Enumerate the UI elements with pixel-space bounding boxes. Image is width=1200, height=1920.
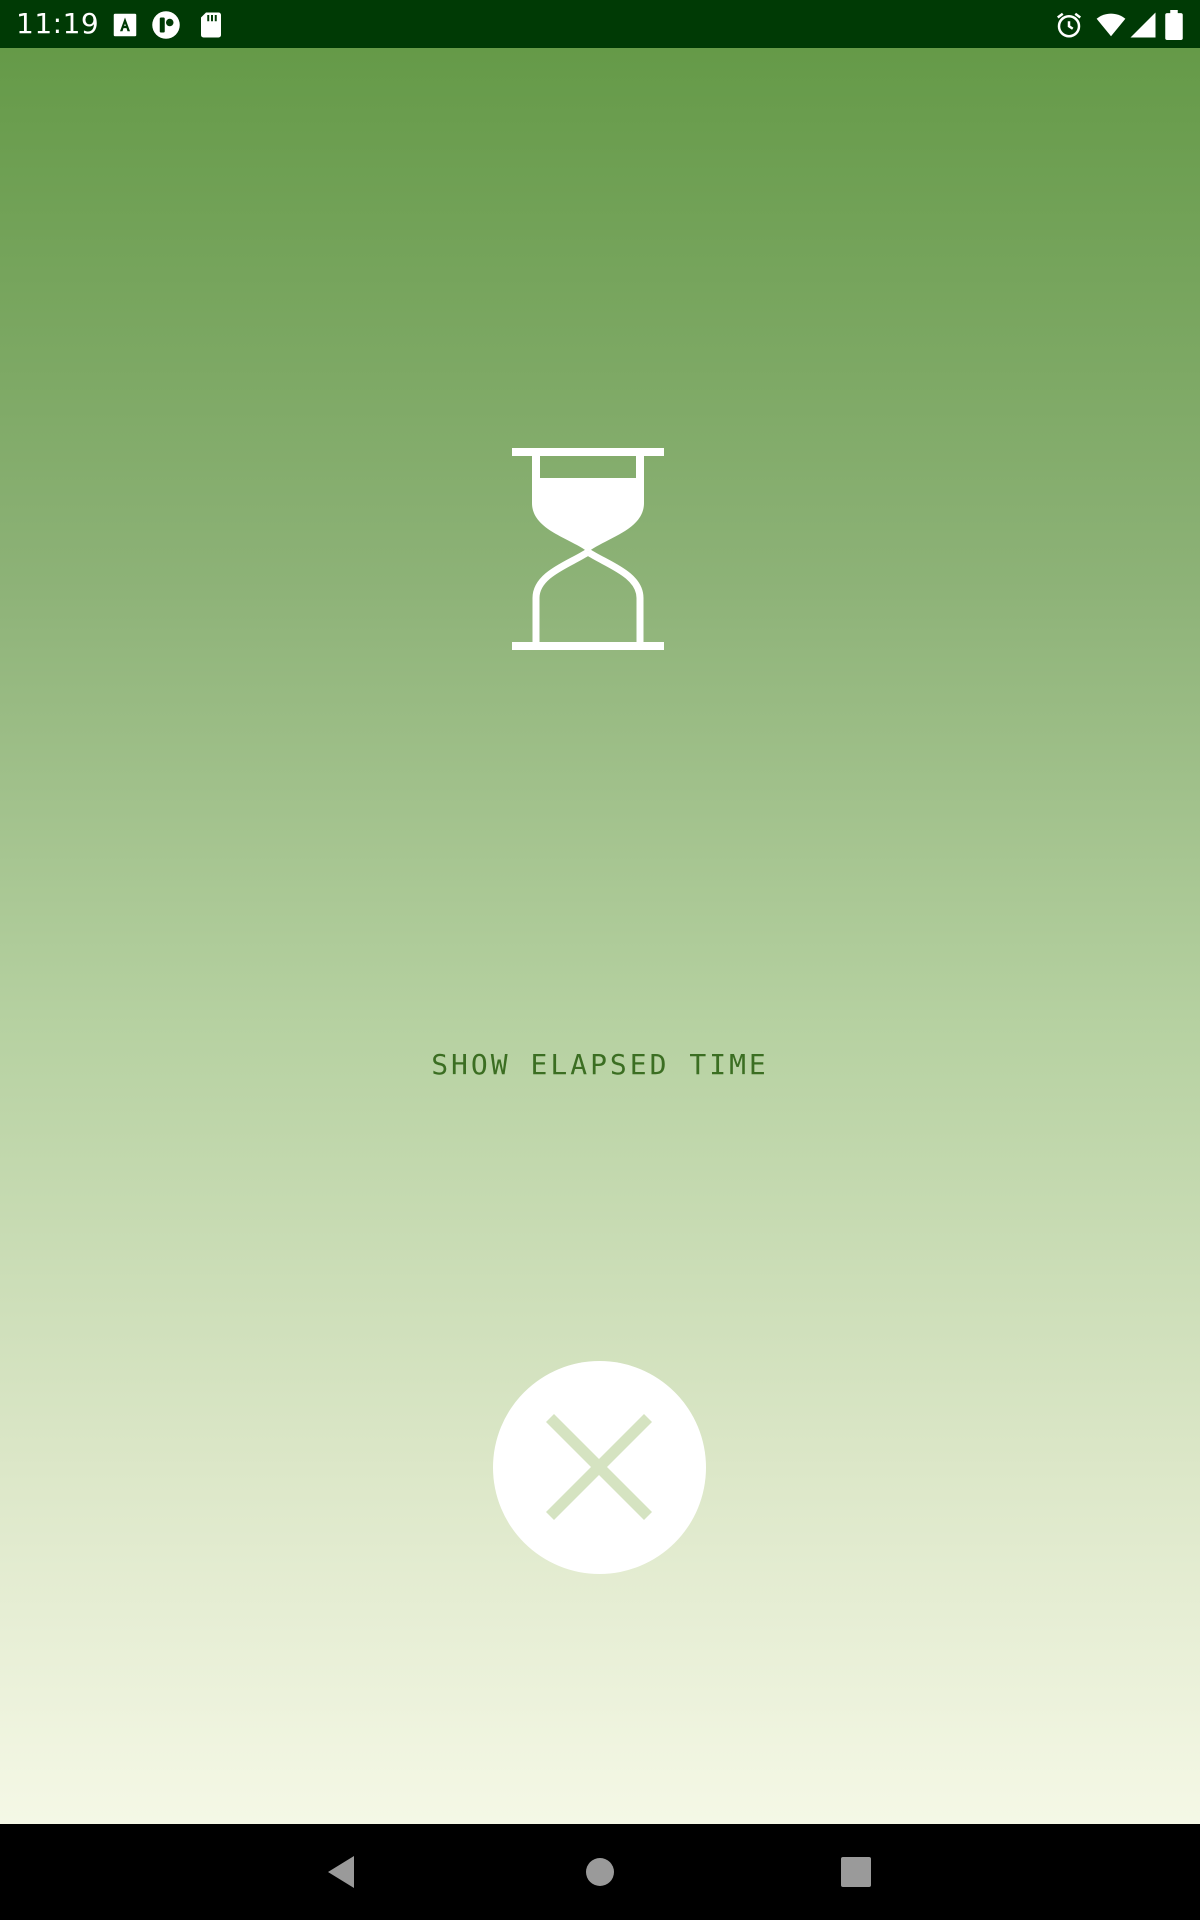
signal-icon — [1128, 10, 1158, 40]
close-icon — [546, 1414, 652, 1520]
main-content: SHOW ELAPSED TIME — [0, 48, 1200, 1824]
wifi-icon — [1094, 10, 1128, 40]
battery-icon — [1163, 10, 1185, 40]
recents-icon[interactable] — [832, 1848, 880, 1896]
pocket-casts-icon — [151, 10, 181, 40]
home-icon[interactable] — [576, 1848, 624, 1896]
hourglass-icon — [510, 448, 666, 656]
status-bar: 11:19 — [0, 0, 1200, 48]
show-elapsed-time-label[interactable]: SHOW ELAPSED TIME — [0, 1048, 1200, 1081]
status-time: 11:19 — [16, 7, 100, 40]
sd-card-icon — [196, 10, 226, 40]
navigation-bar — [0, 1824, 1200, 1920]
close-button[interactable] — [493, 1361, 706, 1574]
alarm-icon — [1054, 10, 1084, 40]
back-icon[interactable] — [318, 1848, 366, 1896]
screen: 11:19 SHOW ELAPSED TIME — [0, 0, 1200, 1920]
font-download-icon — [110, 10, 140, 40]
